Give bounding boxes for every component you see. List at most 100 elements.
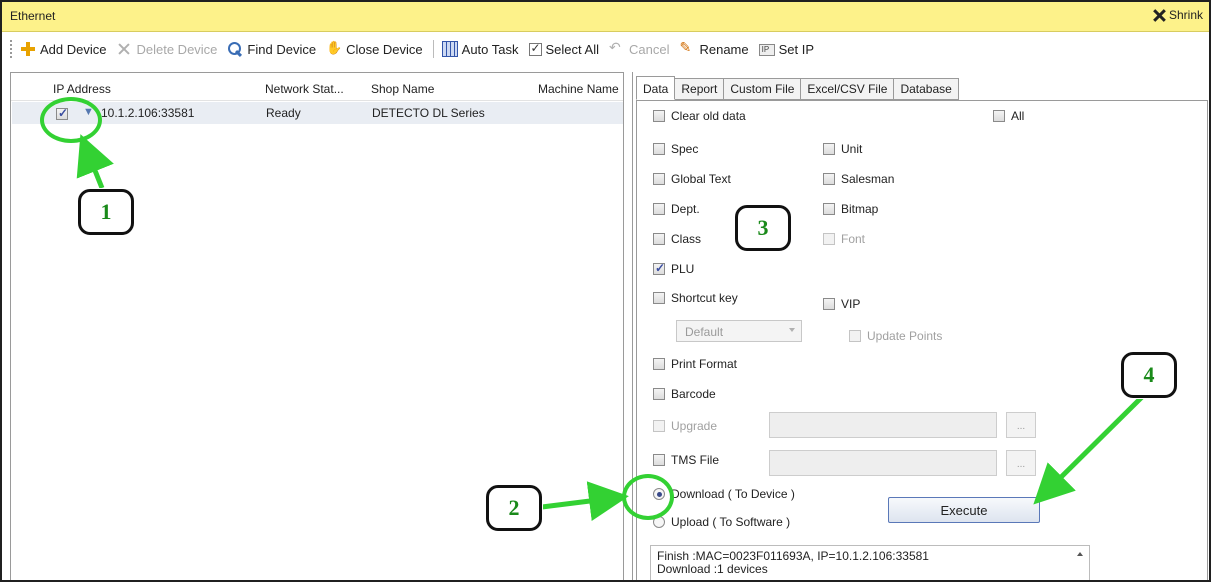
clear-old-data-checkbox[interactable]: Clear old data — [653, 109, 746, 123]
set-ip-label: Set IP — [778, 41, 815, 57]
highlight-ring-checkbox — [40, 97, 102, 143]
spec-checkbox[interactable]: Spec — [653, 142, 698, 156]
highlight-ring-download — [622, 474, 674, 520]
rename-icon — [679, 39, 695, 57]
shrink-icon — [1153, 9, 1166, 22]
undo-icon — [609, 39, 625, 57]
find-device-button[interactable]: Find Device — [227, 41, 316, 57]
plu-label: PLU — [671, 262, 695, 276]
all-label: All — [1011, 109, 1025, 123]
vip-checkbox[interactable]: VIP — [823, 297, 860, 311]
add-device-button[interactable]: Add Device — [20, 41, 106, 57]
log-output[interactable]: Finish :MAC=0023F011693A, IP=10.1.2.106:… — [650, 545, 1090, 580]
download-label: Download ( To Device ) — [671, 487, 795, 501]
window-title: Ethernet — [10, 9, 56, 23]
tab-report[interactable]: Report — [675, 78, 725, 100]
search-icon — [227, 41, 243, 57]
tab-custom-file[interactable]: Custom File — [724, 78, 802, 100]
class-label: Class — [671, 232, 702, 246]
unit-checkbox[interactable]: Unit — [823, 142, 862, 156]
callout-4: 4 — [1121, 352, 1177, 398]
rename-button[interactable]: Rename — [679, 39, 749, 57]
select-all-label: Select All — [545, 41, 599, 57]
tms-file-label: TMS File — [671, 453, 719, 467]
column-ip-address[interactable]: IP Address — [53, 82, 111, 96]
shortcut-key-select[interactable]: Default — [676, 320, 802, 342]
font-checkbox[interactable]: Font — [823, 232, 865, 246]
execute-button[interactable]: Execute — [888, 497, 1040, 523]
column-machine-name[interactable]: Machine Name — [538, 82, 619, 96]
shortcut-key-label: Shortcut key — [671, 291, 738, 305]
tab-database[interactable]: Database — [894, 78, 959, 100]
salesman-checkbox[interactable]: Salesman — [823, 172, 894, 186]
download-radio[interactable]: Download ( To Device ) — [653, 487, 795, 501]
all-checkbox[interactable]: All — [993, 109, 1024, 123]
toolbar: Add Device Delete Device Find Device Clo… — [2, 32, 1209, 66]
tms-file-checkbox[interactable]: TMS File — [653, 453, 719, 467]
task-panel: Data Report Custom File Excel/CSV File D… — [632, 72, 1209, 580]
rename-label: Rename — [699, 41, 749, 57]
cancel-button[interactable]: Cancel — [609, 39, 670, 57]
toolbar-grip[interactable] — [10, 40, 14, 58]
tab-excel-csv-file[interactable]: Excel/CSV File — [801, 78, 895, 100]
delete-icon — [116, 41, 132, 57]
delete-device-button[interactable]: Delete Device — [116, 41, 217, 57]
row-shop: DETECTO DL Series — [372, 106, 485, 120]
close-device-label: Close Device — [346, 41, 423, 57]
spec-label: Spec — [671, 142, 699, 156]
table-row[interactable]: ▼ 10.1.2.106:33581 Ready DETECTO DL Seri… — [12, 102, 623, 124]
print-format-checkbox[interactable]: Print Format — [653, 357, 737, 371]
clear-old-data-label: Clear old data — [671, 109, 746, 123]
barcode-checkbox[interactable]: Barcode — [653, 387, 716, 401]
upload-label: Upload ( To Software ) — [671, 515, 791, 529]
close-device-button[interactable]: Close Device — [326, 40, 423, 57]
chevron-down-icon — [789, 328, 795, 332]
upgrade-browse-button[interactable]: ... — [1006, 412, 1036, 438]
bitmap-checkbox[interactable]: Bitmap — [823, 202, 878, 216]
set-ip-button[interactable]: Set IP — [758, 41, 815, 57]
callout-2: 2 — [486, 485, 542, 531]
shrink-label: Shrink — [1168, 8, 1203, 22]
auto-task-label: Auto Task — [461, 41, 519, 57]
unit-label: Unit — [841, 142, 863, 156]
upgrade-path-field[interactable] — [769, 412, 997, 438]
bitmap-label: Bitmap — [841, 202, 879, 216]
auto-task-button[interactable]: Auto Task — [441, 41, 519, 57]
update-points-checkbox[interactable]: Update Points — [849, 329, 942, 343]
select-all-button[interactable]: Select All — [528, 41, 599, 57]
tms-file-path-field[interactable] — [769, 450, 997, 476]
plu-checkbox[interactable]: PLU — [653, 261, 695, 276]
salesman-label: Salesman — [841, 172, 895, 186]
column-network-status[interactable]: Network Stat... — [265, 82, 344, 96]
global-text-label: Global Text — [671, 172, 731, 186]
dept-checkbox[interactable]: Dept. — [653, 202, 700, 216]
grid-icon — [441, 41, 458, 57]
scroll-up-icon[interactable] — [1077, 552, 1083, 556]
tms-browse-button[interactable]: ... — [1006, 450, 1036, 476]
hand-icon — [326, 40, 342, 57]
dept-label: Dept. — [671, 202, 700, 216]
column-shop-name[interactable]: Shop Name — [371, 82, 434, 96]
callout-3: 3 — [735, 205, 791, 251]
shortcut-key-checkbox[interactable]: Shortcut key — [653, 291, 738, 305]
upgrade-checkbox[interactable]: Upgrade — [653, 419, 717, 433]
shortcut-key-select-value: Default — [685, 325, 724, 339]
shrink-button[interactable]: Shrink — [1153, 8, 1203, 22]
cancel-label: Cancel — [629, 41, 670, 57]
update-points-label: Update Points — [867, 329, 943, 343]
log-line-2: Download :1 devices — [657, 562, 768, 576]
class-checkbox[interactable]: Class — [653, 232, 701, 246]
global-text-checkbox[interactable]: Global Text — [653, 172, 731, 186]
tab-strip: Data Report Custom File Excel/CSV File D… — [636, 76, 959, 100]
barcode-label: Barcode — [671, 387, 716, 401]
row-status: Ready — [266, 106, 301, 120]
title-bar: Ethernet Shrink — [2, 2, 1209, 32]
vip-label: VIP — [841, 297, 861, 311]
upload-radio[interactable]: Upload ( To Software ) — [653, 515, 790, 529]
row-ip: 10.1.2.106:33581 — [101, 106, 195, 120]
add-device-label: Add Device — [40, 41, 107, 57]
data-tab-body: Clear old data All Spec Unit Global Text… — [636, 100, 1208, 580]
window: Ethernet Shrink Add Device Delete Device… — [0, 0, 1211, 582]
find-device-label: Find Device — [247, 41, 317, 57]
tab-data[interactable]: Data — [636, 76, 676, 100]
